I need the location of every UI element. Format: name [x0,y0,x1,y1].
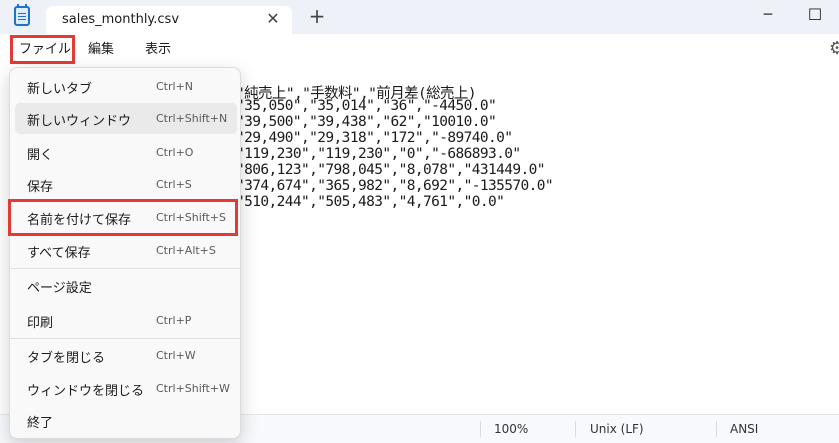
menu-item-close-tab[interactable]: タブを閉じる Ctrl+W [15,340,237,371]
menu-bar: ファイル 編集 表示 ⚙ [0,36,839,64]
editor-line: "374,674","365,982","8,692","-135570.0" [236,178,554,194]
menu-item-label: 開く [27,148,54,163]
title-bar: sales_monthly.csv ✕ + ─ ☐ [0,0,839,36]
editor-line: "119,230","119,230","0","-686893.0" [236,146,521,162]
menu-item-shortcut: Ctrl+Alt+S [156,244,216,257]
tab-sales-monthly[interactable]: sales_monthly.csv ✕ [46,6,292,36]
menu-item-exit[interactable]: 終了 [15,405,237,436]
save-as-highlight-box [8,199,238,236]
editor-line: "35,050","35,014","36","-4450.0" [236,98,497,114]
menu-item-shortcut: Ctrl+O [156,146,194,159]
maximize-button[interactable]: ☐ [792,0,838,30]
menu-item-label: 終了 [27,416,54,431]
editor-line: "510,244","505,483","4,761","0.0" [236,194,505,210]
menu-item-shortcut: Ctrl+N [156,80,194,93]
menu-item-print[interactable]: 印刷 Ctrl+P [15,305,237,336]
tab-title: sales_monthly.csv [62,12,180,27]
new-tab-button[interactable]: + [306,6,328,28]
menu-item-shortcut: Ctrl+Shift+N [156,112,228,125]
menu-item-label: タブを閉じる [27,351,106,366]
menu-item-shortcut: Ctrl+Shift+W [156,382,230,395]
menu-item-label: 新しいタブ [27,82,93,97]
status-encoding[interactable]: ANSI [730,422,758,436]
menu-item-label: すべて保存 [27,246,91,261]
file-menu-highlight-box [10,35,75,64]
menu-item-shortcut: Ctrl+S [156,178,192,191]
menu-item-shortcut: Ctrl+W [156,349,196,362]
menu-item-label: 新しいウィンドウ [27,114,132,129]
status-divider [480,421,481,437]
gear-icon[interactable]: ⚙ [829,38,839,59]
status-divider [575,421,576,437]
close-icon[interactable]: ✕ [263,9,283,29]
editor-line: "806,123","798,045","8,078","431449.0" [236,162,546,178]
menu-item-new-tab[interactable]: 新しいタブ Ctrl+N [15,71,237,102]
file-dropdown-menu: 新しいタブ Ctrl+N 新しいウィンドウ Ctrl+Shift+N 開く Ct… [9,67,241,439]
menu-item-label: 印刷 [27,316,54,331]
menu-item-new-window[interactable]: 新しいウィンドウ Ctrl+Shift+N [15,103,237,134]
menu-item-label: 保存 [27,180,54,195]
menu-edit[interactable]: 編集 [88,40,114,60]
menu-item-label: ウィンドウを閉じる [27,384,145,399]
status-zoom[interactable]: 100% [494,422,528,436]
editor-line: "39,500","39,438","62","10010.0" [236,114,497,130]
editor-line: "29,490","29,318","172","-89740.0" [236,130,513,146]
menu-item-save-all[interactable]: すべて保存 Ctrl+Alt+S [15,235,237,266]
menu-separator [10,268,240,269]
menu-item-page-setup[interactable]: ページ設定 [15,270,237,301]
menu-item-open[interactable]: 開く Ctrl+O [15,137,237,168]
status-divider [716,421,717,437]
notepad-app-icon [14,4,30,26]
menu-item-shortcut: Ctrl+P [156,314,192,327]
menu-item-save[interactable]: 保存 Ctrl+S [15,169,237,200]
menu-item-close-window[interactable]: ウィンドウを閉じる Ctrl+Shift+W [15,373,237,404]
minimize-button[interactable]: ─ [745,0,791,30]
menu-separator [10,338,240,339]
status-line-ending[interactable]: Unix (LF) [590,422,644,436]
menu-item-label: ページ設定 [27,281,92,296]
menu-view[interactable]: 表示 [145,40,171,60]
